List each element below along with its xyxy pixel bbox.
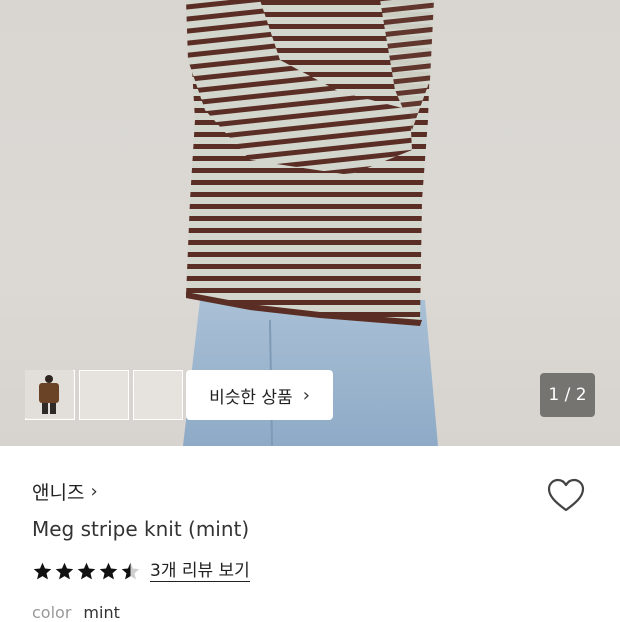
half-star-icon — [121, 562, 140, 580]
similar-products-button[interactable]: 비슷한 상품 › — [186, 370, 333, 420]
heart-outline-icon — [547, 478, 585, 512]
brand-link[interactable]: 앤니즈 › — [32, 478, 98, 505]
star-icon — [55, 562, 74, 580]
chevron-right-icon: › — [90, 481, 98, 502]
chevron-right-icon: › — [302, 384, 310, 406]
star-icon — [99, 562, 118, 580]
thumbnail-3[interactable] — [25, 370, 183, 420]
product-title: Meg stripe knit (mint) — [32, 517, 250, 541]
thumbnail-2[interactable] — [25, 370, 129, 420]
similar-products-label: 비슷한 상품 — [209, 387, 293, 408]
product-image[interactable]: 비슷한 상품 › 1 / 2 — [0, 0, 620, 446]
wishlist-button[interactable] — [546, 476, 586, 516]
image-counter: 1 / 2 — [540, 373, 595, 417]
option-value: mint — [83, 603, 120, 622]
option-label: color — [32, 603, 72, 622]
star-rating — [32, 561, 141, 582]
review-link[interactable]: 3개 리뷰 보기 — [150, 561, 250, 582]
rating-row: 3개 리뷰 보기 — [32, 561, 250, 582]
thumbnail-strip — [25, 370, 183, 420]
star-icon — [33, 562, 52, 580]
option-row: color mint — [32, 603, 120, 622]
star-icon — [77, 562, 96, 580]
brand-name: 앤니즈 — [32, 482, 85, 504]
